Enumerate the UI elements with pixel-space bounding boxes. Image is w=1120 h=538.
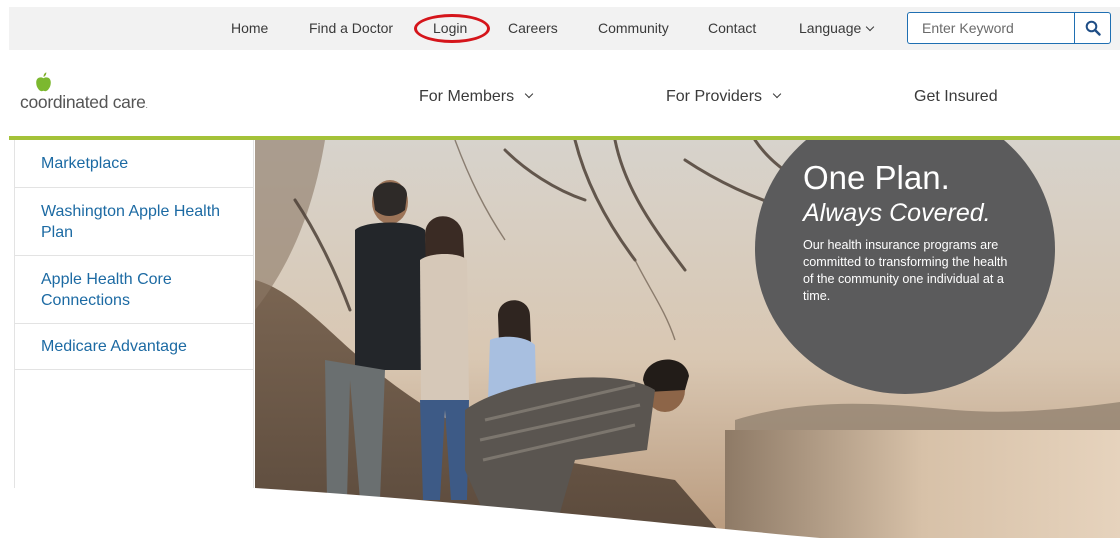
chevron-down-icon <box>866 22 875 32</box>
utility-link-community[interactable]: Community <box>598 7 669 50</box>
utility-bar: Home Find a Doctor Login Careers Communi… <box>9 7 1120 50</box>
logo[interactable]: coordinated care. <box>20 72 160 116</box>
sidebar-item-medicare-advantage[interactable]: Medicare Advantage <box>15 324 254 370</box>
language-dropdown[interactable]: Language <box>799 7 875 50</box>
sidebar-item-washington-apple-health-plan[interactable]: Washington Apple Health Plan <box>15 188 254 256</box>
nav-for-members-label: For Members <box>419 88 515 105</box>
apple-logo-icon <box>36 72 51 92</box>
language-label: Language <box>799 20 862 36</box>
utility-link-find-a-doctor[interactable]: Find a Doctor <box>309 7 393 50</box>
search-icon <box>1085 20 1101 36</box>
logo-text: coordinated care. <box>20 92 148 112</box>
nav-for-providers-label: For Providers <box>666 88 763 105</box>
sidebar-item-apple-health-core-connections[interactable]: Apple Health Core Connections <box>15 256 254 324</box>
nav-get-insured[interactable]: Get Insured <box>914 84 998 110</box>
promo-body-text: Our health insurance programs are commit… <box>803 238 1008 303</box>
utility-link-contact[interactable]: Contact <box>708 7 756 50</box>
sidebar-menu: Marketplace Washington Apple Health Plan… <box>14 140 254 488</box>
sidebar-item-marketplace[interactable]: Marketplace <box>15 140 254 188</box>
chevron-down-icon <box>772 89 782 99</box>
promo-headline: One Plan. <box>803 159 950 196</box>
nav-for-providers[interactable]: For Providers <box>666 84 782 110</box>
search-button[interactable] <box>1074 12 1111 44</box>
promo-tagline: Always Covered. <box>803 199 991 227</box>
utility-link-careers[interactable]: Careers <box>508 7 558 50</box>
chevron-down-icon <box>524 89 534 99</box>
nav-for-members[interactable]: For Members <box>419 84 534 110</box>
search-input[interactable] <box>907 12 1075 44</box>
utility-link-login[interactable]: Login <box>433 7 467 50</box>
utility-link-home[interactable]: Home <box>231 7 268 50</box>
